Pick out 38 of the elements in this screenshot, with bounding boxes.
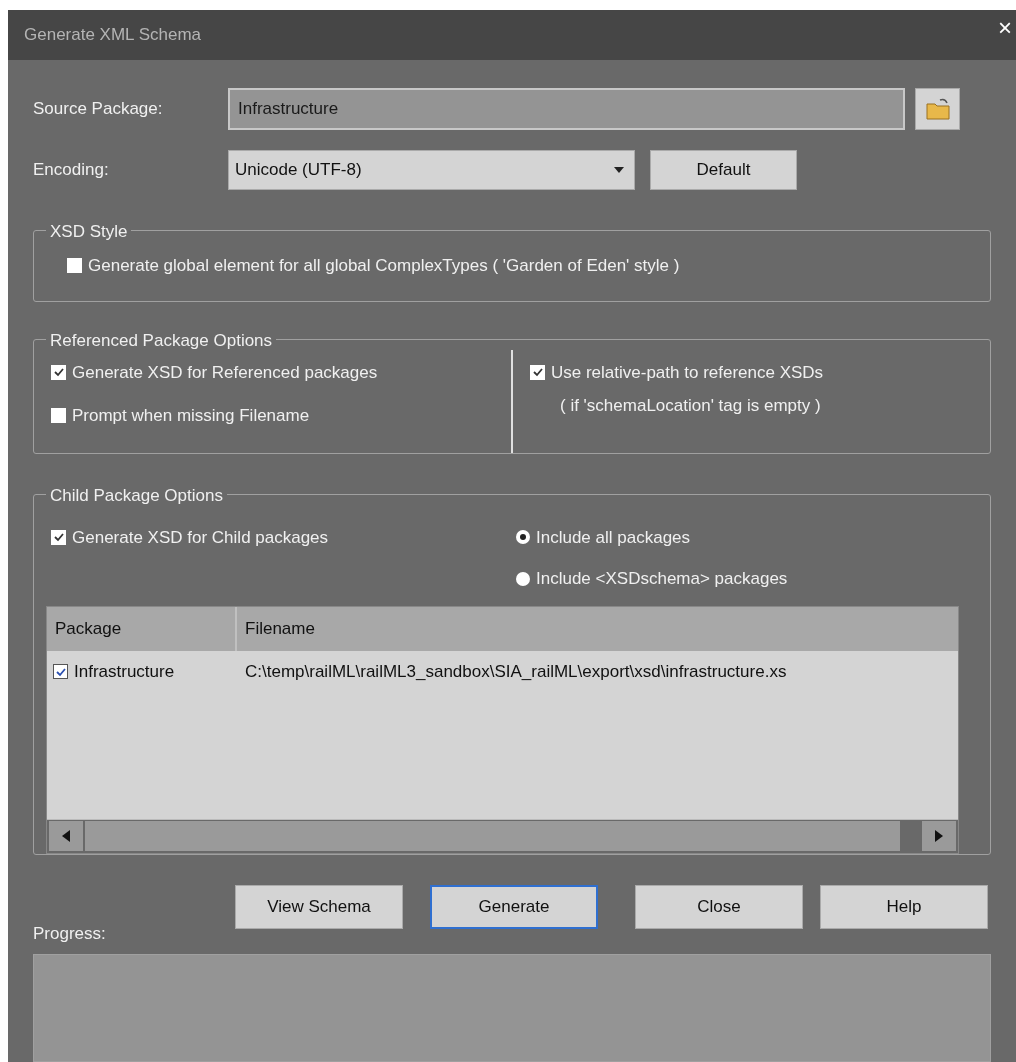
field-label: Encoding: <box>33 159 110 182</box>
default-button[interactable]: Default <box>650 150 797 190</box>
checkbox-label: Generate global element for all global ComplexTypes ( 'Garden of Eden' style ) <box>88 255 680 277</box>
dialog-button[interactable]: Generate <box>430 884 598 929</box>
table-cell-text: Infrastructure <box>74 660 175 683</box>
dropdown-arrow-icon <box>614 167 624 173</box>
column-header[interactable]: Filename <box>237 606 958 651</box>
scrollbar-thumb[interactable] <box>85 821 900 852</box>
progress-label: Progress: <box>33 922 107 945</box>
column-header[interactable]: Package <box>47 606 237 651</box>
radio-label: Include <XSDschema> packages <box>536 568 788 591</box>
checkbox-label: Generate XSD for Child packages <box>72 526 329 549</box>
field-label: Source Package: <box>33 98 164 121</box>
checkbox[interactable] <box>530 364 545 380</box>
checkbox-label: Use relative-path to reference XSDs <box>551 361 824 384</box>
folder-icon <box>924 97 951 121</box>
horizontal-scrollbar[interactable] <box>47 818 958 853</box>
dialog-button[interactable]: View Schema <box>235 884 403 929</box>
source-package-field[interactable]: Infrastructure <box>228 88 905 130</box>
close-button[interactable]: × <box>998 16 1012 40</box>
dialog-button[interactable]: Close <box>635 884 803 929</box>
checkbox[interactable] <box>51 364 66 380</box>
window-title: Generate XML Schema <box>24 24 201 47</box>
radio-label: Include all packages <box>536 526 691 549</box>
checkbox[interactable] <box>67 258 82 274</box>
checkbox[interactable] <box>53 664 68 680</box>
table-cell-text: C:\temp\railML\railML3_sandbox\SIA_railML\export\xsd\infrastructure.xs <box>244 660 787 683</box>
radio-button[interactable] <box>516 530 530 545</box>
dialog-button[interactable]: Help <box>820 884 988 929</box>
radio-button[interactable] <box>516 571 530 586</box>
encoding-dropdown[interactable]: Unicode (UTF-8) <box>228 150 635 190</box>
option-note: ( if 'schemaLocation' tag is empty ) <box>559 395 822 418</box>
checkbox-label: Prompt when missing Filename <box>72 405 310 428</box>
checkbox[interactable] <box>51 529 66 545</box>
scroll-left-icon[interactable] <box>49 821 83 852</box>
checkbox[interactable] <box>51 408 66 424</box>
checkbox-label: Generate XSD for Referenced packages <box>72 361 378 384</box>
scroll-right-icon[interactable] <box>922 821 956 852</box>
